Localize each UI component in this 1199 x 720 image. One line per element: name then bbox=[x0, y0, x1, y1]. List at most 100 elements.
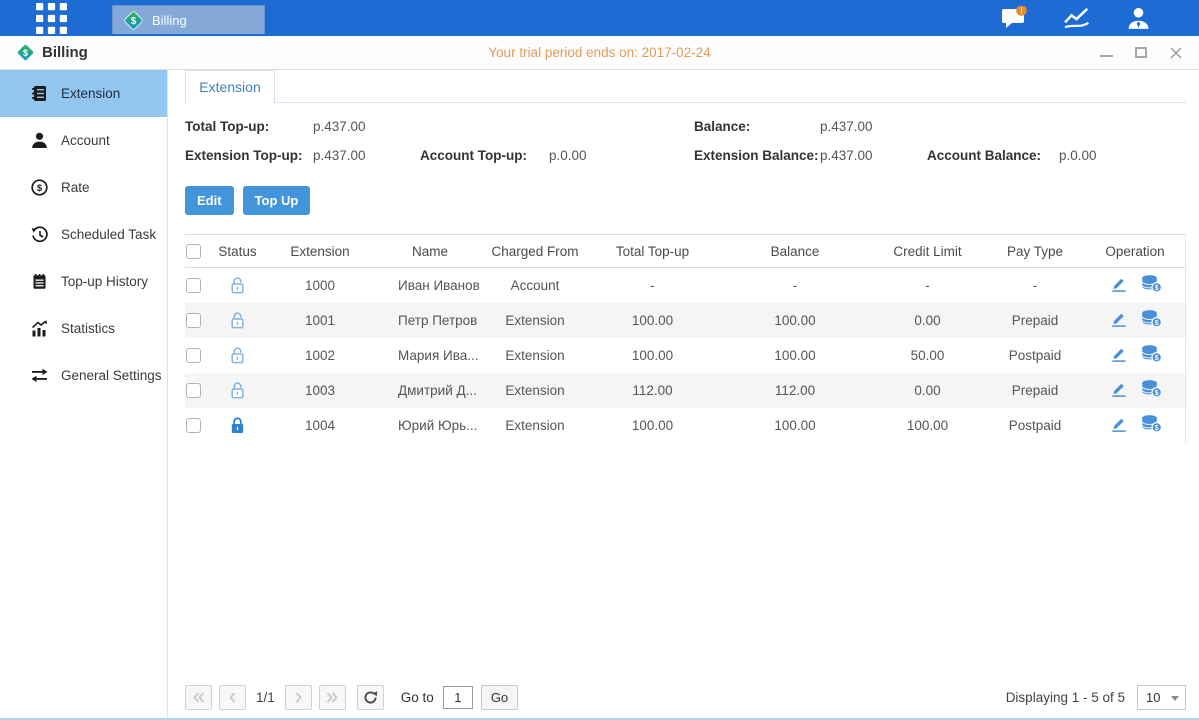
edit-pencil-icon[interactable] bbox=[1109, 274, 1128, 293]
next-page-button[interactable] bbox=[285, 685, 312, 710]
notification-badge: ! bbox=[1020, 6, 1023, 16]
cell-balance: 100.00 bbox=[720, 303, 870, 338]
extension-balance-value: p.437.00 bbox=[820, 148, 927, 163]
table-row[interactable]: 1000 Иван Иванов Account - - - - bbox=[185, 268, 1185, 303]
row-checkbox[interactable] bbox=[186, 383, 201, 398]
close-button[interactable] bbox=[1169, 46, 1183, 60]
tab-strip: Extension bbox=[185, 70, 1186, 103]
cell-name: Петр Петров bbox=[375, 303, 485, 338]
cell-pay-type: Prepaid bbox=[985, 373, 1085, 408]
cell-total-topup: 100.00 bbox=[585, 303, 720, 338]
app-grid-menu-icon[interactable] bbox=[36, 2, 68, 34]
messages-icon[interactable]: ! bbox=[1001, 6, 1028, 31]
person-bust-icon bbox=[1126, 6, 1151, 31]
page-size-select[interactable]: 10 bbox=[1137, 685, 1186, 710]
sidebar-item-extension[interactable]: Extension bbox=[0, 70, 167, 117]
select-all-checkbox[interactable] bbox=[186, 244, 201, 259]
billing-diamond-icon: $ bbox=[123, 10, 144, 31]
billing-app-tab[interactable]: $ Billing bbox=[112, 5, 265, 34]
cell-total-topup: 112.00 bbox=[585, 373, 720, 408]
exchange-arrows-icon bbox=[31, 367, 48, 384]
edit-pencil-icon[interactable] bbox=[1109, 344, 1128, 363]
svg-text:$: $ bbox=[131, 16, 137, 27]
minimize-button[interactable] bbox=[1099, 46, 1113, 60]
cell-balance: 100.00 bbox=[720, 408, 870, 443]
cell-credit-limit: 100.00 bbox=[870, 408, 985, 443]
balance-value: p.437.00 bbox=[820, 119, 873, 134]
refresh-button[interactable] bbox=[357, 685, 384, 710]
account-balance-value: p.0.00 bbox=[1059, 148, 1097, 163]
page-indicator: 1/1 bbox=[256, 690, 275, 705]
top-up-coins-icon[interactable]: $ bbox=[1141, 379, 1162, 398]
statistics-monitor-icon[interactable] bbox=[1064, 7, 1090, 29]
row-checkbox[interactable] bbox=[186, 348, 201, 363]
sidebar-item-account[interactable]: Account bbox=[0, 117, 167, 164]
edit-button[interactable]: Edit bbox=[185, 186, 234, 215]
sidebar-item-label: Statistics bbox=[61, 321, 115, 336]
trial-notice: Your trial period ends on: 2017-02-24 bbox=[488, 45, 710, 60]
cell-balance: - bbox=[720, 268, 870, 303]
chevron-right-icon bbox=[295, 692, 302, 703]
user-account-icon[interactable] bbox=[1126, 6, 1151, 31]
billing-diamond-icon: $ bbox=[16, 43, 35, 62]
total-topup-label: Total Top-up: bbox=[185, 119, 313, 134]
cell-total-topup: 100.00 bbox=[585, 408, 720, 443]
goto-page-input[interactable] bbox=[443, 686, 473, 709]
cell-extension: 1000 bbox=[265, 268, 375, 303]
top-up-coins-icon[interactable]: $ bbox=[1141, 274, 1162, 293]
minimize-icon bbox=[1100, 49, 1113, 57]
summary-panel: Total Top-up: p.437.00 Extension Top-up:… bbox=[185, 119, 1186, 177]
table-row[interactable]: 1001 Петр Петров Extension 100.00 100.00… bbox=[185, 303, 1185, 338]
unlock-icon bbox=[229, 276, 246, 295]
sidebar-item-scheduled-task[interactable]: Scheduled Task bbox=[0, 211, 167, 258]
svg-text:$: $ bbox=[1154, 285, 1158, 292]
tab-extension[interactable]: Extension bbox=[185, 70, 275, 104]
table-row[interactable]: 1004 Юрий Юрь... Extension 100.00 100.00… bbox=[185, 408, 1185, 443]
table-row[interactable]: 1002 Мария Ива... Extension 100.00 100.0… bbox=[185, 338, 1185, 373]
grid-dots-icon bbox=[36, 3, 67, 34]
account-topup-label: Account Top-up: bbox=[420, 148, 549, 163]
edit-pencil-icon[interactable] bbox=[1109, 309, 1128, 328]
top-up-coins-icon[interactable]: $ bbox=[1141, 414, 1162, 433]
top-up-coins-icon[interactable]: $ bbox=[1141, 309, 1162, 328]
sidebar-item-label: Top-up History bbox=[61, 274, 148, 289]
sidebar-item-topup-history[interactable]: Top-up History bbox=[0, 258, 167, 305]
cell-charged-from: Extension bbox=[485, 408, 585, 443]
cell-credit-limit: 0.00 bbox=[870, 373, 985, 408]
chevron-left-icon bbox=[229, 692, 236, 703]
cell-total-topup: 100.00 bbox=[585, 338, 720, 373]
top-up-coins-icon[interactable]: $ bbox=[1141, 344, 1162, 363]
cell-pay-type: - bbox=[985, 268, 1085, 303]
col-header-total-topup: Total Top-up bbox=[585, 235, 720, 268]
go-button[interactable]: Go bbox=[481, 685, 518, 710]
total-topup-value: p.437.00 bbox=[313, 119, 366, 134]
sidebar-item-statistics[interactable]: Statistics bbox=[0, 305, 167, 352]
double-chevron-right-icon bbox=[326, 692, 338, 703]
top-up-button[interactable]: Top Up bbox=[243, 186, 311, 215]
last-page-button[interactable] bbox=[319, 685, 346, 710]
row-checkbox[interactable] bbox=[186, 313, 201, 328]
col-header-extension: Extension bbox=[265, 235, 375, 268]
displaying-text: Displaying 1 - 5 of 5 bbox=[1006, 690, 1125, 705]
svg-text:$: $ bbox=[23, 48, 28, 58]
account-topup-value: p.0.00 bbox=[549, 148, 587, 163]
sidebar-item-rate[interactable]: $ Rate bbox=[0, 164, 167, 211]
bar-chart-icon bbox=[31, 320, 48, 337]
cell-credit-limit: - bbox=[870, 268, 985, 303]
refresh-icon bbox=[363, 690, 378, 705]
sidebar-item-general-settings[interactable]: General Settings bbox=[0, 352, 167, 399]
row-checkbox[interactable] bbox=[186, 418, 201, 433]
prev-page-button[interactable] bbox=[219, 685, 246, 710]
cell-pay-type: Postpaid bbox=[985, 338, 1085, 373]
cell-extension: 1003 bbox=[265, 373, 375, 408]
maximize-button[interactable] bbox=[1134, 46, 1148, 60]
col-header-pay-type: Pay Type bbox=[985, 235, 1085, 268]
cell-credit-limit: 50.00 bbox=[870, 338, 985, 373]
window-title-bar: $ Billing Your trial period ends on: 201… bbox=[0, 36, 1199, 70]
edit-pencil-icon[interactable] bbox=[1109, 379, 1128, 398]
table-row[interactable]: 1003 Дмитрий Д... Extension 112.00 112.0… bbox=[185, 373, 1185, 408]
row-checkbox[interactable] bbox=[186, 278, 201, 293]
app-tab-label: Billing bbox=[152, 13, 187, 28]
edit-pencil-icon[interactable] bbox=[1109, 414, 1128, 433]
first-page-button[interactable] bbox=[185, 685, 212, 710]
